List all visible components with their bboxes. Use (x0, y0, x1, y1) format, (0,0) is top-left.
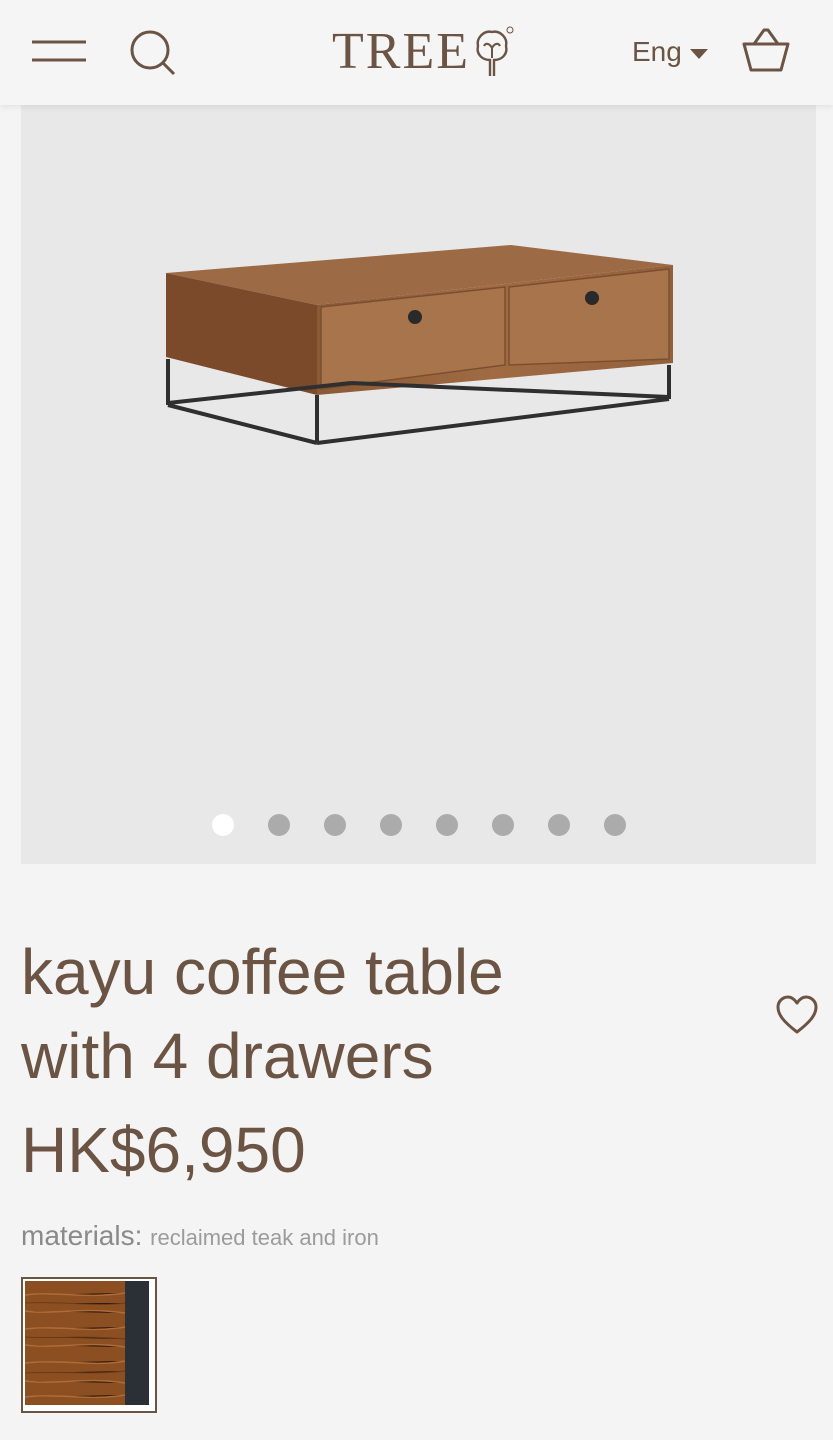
carousel-dot[interactable] (491, 814, 514, 836)
language-selector[interactable]: Eng (632, 30, 708, 74)
search-icon (130, 30, 176, 76)
cart-button[interactable] (738, 24, 794, 80)
tree-logo-icon (476, 26, 514, 76)
search-button[interactable] (126, 26, 180, 80)
carousel-dot[interactable] (323, 814, 346, 836)
wishlist-button[interactable] (774, 994, 820, 1036)
material-swatch[interactable] (21, 1277, 157, 1413)
materials-info: materials: reclaimed teak and iron (21, 1218, 379, 1256)
product-title-line1: kayu coffee table (21, 936, 504, 1008)
carousel-dot[interactable] (547, 814, 570, 836)
heart-icon (776, 995, 818, 1034)
logo-text: TREE (332, 23, 470, 80)
carousel-dot[interactable] (603, 814, 626, 836)
menu-button[interactable] (28, 28, 92, 74)
teak-iron-swatch-image (24, 1281, 149, 1405)
language-label: Eng (632, 36, 682, 67)
carousel-dot[interactable] (267, 814, 290, 836)
hamburger-menu-icon (32, 40, 86, 62)
shopping-basket-icon (742, 28, 790, 72)
carousel-dot[interactable] (379, 814, 402, 836)
product-title-line2: with 4 drawers (21, 1020, 434, 1092)
product-image (166, 245, 673, 445)
product-title: kayu coffee table with 4 drawers (21, 930, 661, 1098)
carousel-dots (21, 814, 816, 836)
carousel-dot[interactable] (435, 814, 458, 836)
carousel-dot[interactable] (211, 814, 234, 836)
materials-value: reclaimed teak and iron (150, 1225, 379, 1250)
top-header: TREE Eng (0, 0, 833, 105)
brand-logo[interactable]: TREE (332, 22, 514, 82)
product-image-carousel[interactable] (21, 105, 816, 864)
product-price: HK$6,950 (21, 1114, 306, 1186)
materials-label: materials: (21, 1220, 143, 1251)
chevron-down-icon (689, 48, 708, 59)
